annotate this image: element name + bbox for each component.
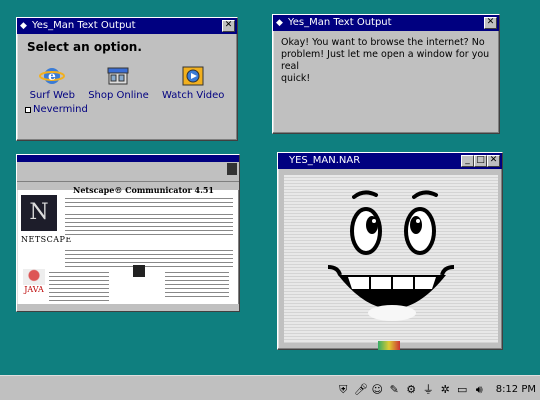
minimize-button[interactable]: _ — [461, 155, 474, 167]
options-window: ◆ Yes_Man Text Output ✕ Select an option… — [16, 17, 238, 141]
diamond-icon: ◆ — [20, 20, 27, 31]
steam-icon[interactable]: ⚙ — [405, 383, 418, 396]
option-watch-video[interactable]: Watch Video — [162, 64, 224, 101]
shield-icon[interactable]: ⛨ — [337, 383, 350, 396]
options-titlebar[interactable]: ◆ Yes_Man Text Output ✕ — [17, 18, 237, 34]
microphone-icon[interactable]: 🎤︎ — [354, 383, 368, 396]
message-window: ◆ Yes_Man Text Output ✕ Okay! You want t… — [272, 14, 500, 134]
options-list: e Surf Web Shop Online Watch Video — [23, 64, 231, 101]
usb-icon[interactable]: ⏚ — [422, 383, 435, 396]
netscape-paragraph — [65, 213, 233, 237]
system-tray: ⛨ 🎤︎ ☺ ✎ ⚙ ⏚ ✲ ▭ 🔊︎ 8:12 PM — [337, 379, 536, 399]
clock[interactable]: 8:12 PM — [496, 384, 536, 395]
close-button[interactable]: ✕ — [487, 155, 500, 167]
netscape-paragraph — [49, 271, 109, 301]
option-surf-web[interactable]: e Surf Web — [30, 64, 75, 101]
netscape-throbber-icon — [227, 163, 237, 175]
java-cup-icon — [23, 269, 45, 285]
pen-icon[interactable]: ✎ — [388, 383, 401, 396]
netscape-paragraph — [65, 197, 233, 207]
options-title: Yes_Man Text Output — [32, 20, 136, 31]
options-heading: Select an option. — [27, 40, 142, 54]
settings-icon[interactable]: ✲ — [439, 383, 452, 396]
netscape-window[interactable]: Netscape® Communicator 4.51 N NETSCAPE J… — [16, 154, 240, 312]
java-logo: JAVA — [23, 269, 45, 299]
netscape-logo: N — [21, 195, 57, 231]
yesman-window: YES_MAN.NAR _ □ ✕ — [277, 152, 503, 350]
network-icon[interactable]: ▭ — [456, 383, 469, 396]
netscape-status-bar — [17, 304, 239, 311]
nevermind-option[interactable]: Nevermind — [25, 104, 88, 115]
svg-text:e: e — [48, 69, 56, 83]
shop-icon — [107, 67, 129, 85]
discord-icon[interactable]: ☺ — [371, 383, 384, 396]
yesman-face — [284, 175, 498, 343]
option-surf-web-label: Surf Web — [29, 90, 75, 101]
yesman-badge — [378, 341, 400, 350]
netscape-badge-icon — [133, 265, 145, 277]
internet-explorer-icon: e — [39, 68, 66, 84]
close-button[interactable]: ✕ — [484, 17, 497, 29]
close-button[interactable]: ✕ — [222, 20, 235, 32]
netscape-toolbar[interactable] — [17, 162, 239, 182]
option-shop-online-label: Shop Online — [88, 90, 149, 101]
nevermind-checkbox[interactable] — [25, 106, 31, 113]
netscape-heading: Netscape® Communicator 4.51 — [73, 185, 214, 195]
message-text: Okay! You want to browse the internet? N… — [281, 37, 490, 84]
yesman-titlebar[interactable]: YES_MAN.NAR _ □ ✕ — [278, 153, 502, 169]
netscape-titlebar[interactable] — [17, 155, 239, 162]
message-titlebar[interactable]: ◆ Yes_Man Text Output ✕ — [273, 15, 499, 31]
yesman-title: YES_MAN.NAR — [289, 155, 361, 166]
video-icon — [182, 66, 204, 86]
yesman-face-drawing — [327, 190, 455, 321]
netscape-paragraph — [165, 271, 229, 297]
nevermind-label: Nevermind — [33, 104, 88, 115]
netscape-paragraph — [65, 249, 233, 267]
java-label: JAVA — [24, 285, 44, 294]
maximize-button[interactable]: □ — [474, 155, 487, 167]
diamond-icon: ◆ — [276, 17, 283, 28]
message-title: Yes_Man Text Output — [288, 17, 392, 28]
taskbar: ⛨ 🎤︎ ☺ ✎ ⚙ ⏚ ✲ ▭ 🔊︎ 8:12 PM — [0, 375, 540, 400]
option-shop-online[interactable]: Shop Online — [88, 64, 149, 101]
volume-icon[interactable]: 🔊︎ — [473, 383, 486, 396]
option-watch-video-label: Watch Video — [162, 90, 225, 101]
